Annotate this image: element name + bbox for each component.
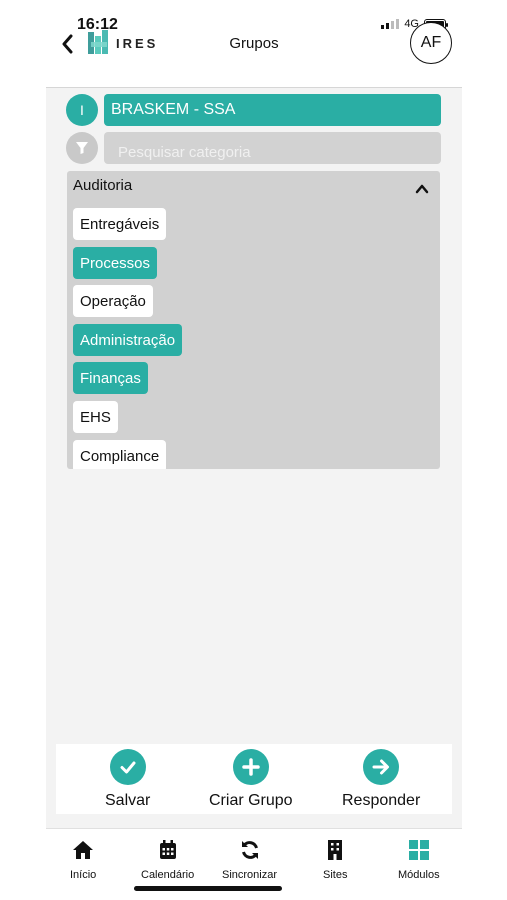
site-selector-value[interactable]: BRASKEM - SSA [104, 94, 441, 126]
site-badge: I [66, 94, 98, 126]
category-chip-operacao[interactable]: Operação [73, 285, 153, 317]
category-chip-compliance[interactable]: Compliance [73, 440, 167, 469]
arrow-right-icon [363, 749, 400, 785]
category-panel: Auditoria Entregáveis Processos Operação… [67, 171, 440, 469]
nav-label-modulos: Módulos [398, 869, 440, 881]
plus-icon [232, 749, 269, 785]
grid-icon [408, 839, 430, 861]
chevron-up-icon [415, 184, 429, 194]
category-panel-title: Auditoria [73, 177, 133, 194]
check-icon [109, 749, 146, 785]
nav-item-sites[interactable]: Sites [323, 839, 347, 881]
nav-item-inicio[interactable]: Início [70, 839, 96, 881]
category-chip-entregaveis[interactable]: Entregáveis [73, 208, 167, 240]
category-chip-financas[interactable]: Finanças [73, 362, 148, 394]
action-bar: Salvar Criar Grupo Responder [56, 744, 452, 814]
page-title: Grupos [229, 35, 279, 52]
avatar[interactable]: AF [410, 22, 452, 64]
app-screen: 16:12 4G IRES Grupos AF I BRASKEM - SSA [46, 0, 462, 900]
sync-icon [239, 839, 261, 861]
nav-label-sites: Sites [323, 869, 348, 881]
building-icon [324, 839, 346, 861]
nav-label-sincronizar: Sincronizar [222, 869, 278, 881]
app-header: 16:12 4G IRES Grupos AF [46, 0, 462, 88]
nav-item-calendario[interactable]: Calendário [141, 839, 194, 881]
nav-label-inicio: Início [70, 869, 97, 881]
collapse-toggle[interactable] [414, 181, 430, 197]
category-chip-ehs[interactable]: EHS [73, 401, 118, 433]
nav-item-modulos[interactable]: Módulos [398, 839, 440, 881]
save-button[interactable]: Salvar [105, 749, 150, 810]
category-chip-processos[interactable]: Processos [73, 247, 158, 279]
category-chip-administracao[interactable]: Administração [73, 324, 183, 356]
nav-item-sincronizar[interactable]: Sincronizar [222, 839, 277, 881]
create-group-label: Criar Grupo [209, 792, 293, 809]
create-group-button[interactable]: Criar Grupo [209, 749, 293, 810]
home-indicator [134, 886, 282, 891]
home-icon [72, 839, 94, 861]
nav-label-calendario: Calendário [141, 869, 195, 881]
site-selector[interactable]: I BRASKEM - SSA [66, 94, 441, 126]
save-label: Salvar [105, 792, 151, 809]
respond-button[interactable]: Responder [342, 749, 420, 810]
signal-icon [381, 19, 400, 29]
category-search [66, 132, 441, 164]
search-field-wrapper [104, 132, 441, 164]
respond-label: Responder [342, 792, 421, 809]
filter-icon[interactable] [66, 132, 98, 164]
calendar-icon [157, 839, 179, 861]
search-input[interactable] [104, 132, 441, 164]
